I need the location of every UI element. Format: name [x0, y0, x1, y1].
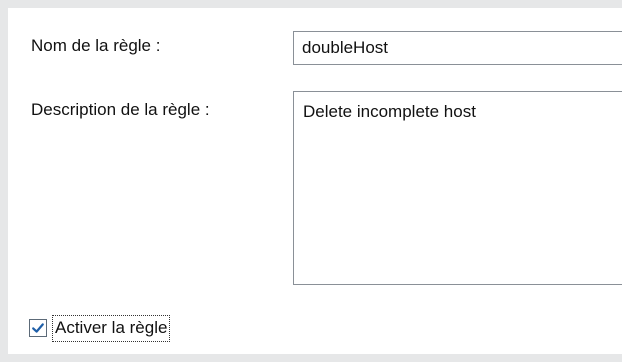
activate-rule-checkbox[interactable] [29, 319, 47, 337]
rule-form-panel: Nom de la règle : doubleHost Description… [8, 8, 622, 354]
activate-rule-row[interactable]: Activer la règle [29, 314, 171, 342]
rule-name-label: Nom de la règle : [31, 36, 161, 55]
rule-description-textarea[interactable]: Delete incomplete host [293, 91, 622, 285]
rule-name-input[interactable]: doubleHost [293, 31, 622, 65]
rule-description-label: Description de la règle : [31, 100, 210, 119]
activate-rule-label[interactable]: Activer la règle [52, 314, 171, 342]
checkmark-icon [32, 323, 44, 333]
